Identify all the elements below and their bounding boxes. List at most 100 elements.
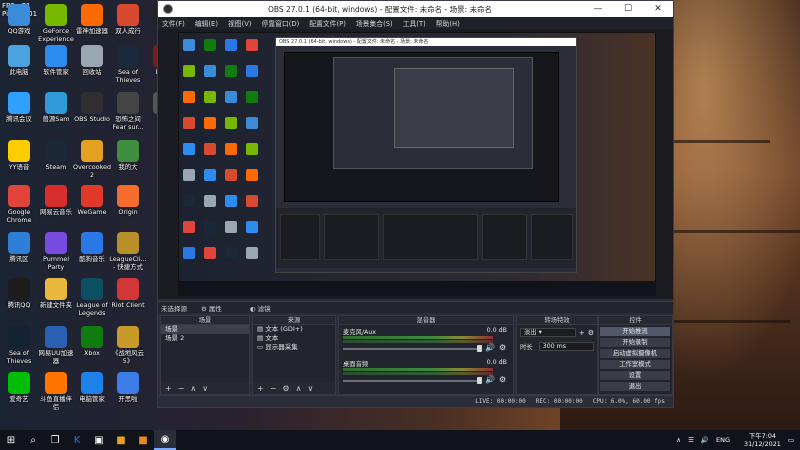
desktop-icon[interactable]: Xbox (73, 326, 111, 358)
notification-icon[interactable]: ▭ (788, 436, 794, 444)
desktop-icon[interactable]: 雷神加速器 (73, 4, 111, 36)
maximize-icon[interactable]: ☐ (613, 4, 643, 14)
menu-tools[interactable]: 工具(T) (403, 18, 426, 28)
task-view-icon[interactable]: ❐ (44, 430, 66, 450)
desktop-icon[interactable]: GeForce Experience (37, 4, 75, 43)
desktop-icon[interactable]: 此电脑 (0, 45, 38, 77)
menu-docks[interactable]: 停靠窗口(D) (262, 18, 300, 28)
source-item[interactable]: ▭ 显示器采集 (253, 343, 335, 352)
desktop-icon[interactable]: 网易UU加速器 (37, 326, 75, 365)
studio-mode-button[interactable]: 工作室模式 (600, 360, 670, 369)
filters-button[interactable]: ◐ 滤镜 (250, 303, 285, 313)
move-up-icon[interactable]: ∧ (190, 384, 196, 393)
language-indicator[interactable]: ENG (716, 436, 730, 444)
menu-profile[interactable]: 配置文件(P) (309, 18, 346, 28)
source-item[interactable]: ▤ 文本 (GDI+) (253, 325, 335, 334)
remove-scene-icon[interactable]: − (178, 384, 185, 393)
move-up-icon[interactable]: ∧ (296, 384, 302, 393)
exit-button[interactable]: 退出 (600, 382, 670, 391)
virtual-camera-button[interactable]: 启动虚拟摄像机 (600, 349, 670, 358)
volume-icon[interactable]: 🔊 (701, 436, 709, 444)
desktop-icon[interactable]: Google Chrome (0, 185, 38, 224)
desktop-icon[interactable]: 酷狗音乐 (73, 232, 111, 264)
desktop-icon[interactable]: 腾讯QQ (0, 278, 38, 310)
desktop-icon[interactable]: 《战地风云 5》 (109, 326, 147, 365)
volume-slider[interactable] (343, 348, 479, 350)
move-down-icon[interactable]: ∨ (307, 384, 313, 393)
speaker-icon[interactable]: 🔊 (485, 375, 495, 384)
network-icon[interactable]: ☰ (688, 436, 694, 444)
desktop-icon[interactable]: 电脑管家 (73, 372, 111, 404)
obs-window[interactable]: OBS 27.0.1 (64-bit, windows) - 配置文件: 未命名… (157, 0, 674, 408)
desktop-icon[interactable]: Pummel Party (37, 232, 75, 271)
gear-icon[interactable]: ⚙ (282, 384, 289, 393)
menu-edit[interactable]: 编辑(E) (195, 18, 218, 28)
app-taskbar-icon[interactable]: ▣ (88, 430, 110, 450)
start-streaming-button[interactable]: 开始推流 (600, 327, 670, 336)
add-source-icon[interactable]: + (257, 384, 264, 393)
menu-view[interactable]: 视图(V) (228, 18, 252, 28)
add-scene-icon[interactable]: + (165, 384, 172, 393)
desktop-icon[interactable]: 爱奇艺 (0, 372, 38, 404)
desktop-icon[interactable]: 新建文件夹 (37, 278, 75, 310)
menu-help[interactable]: 帮助(H) (436, 18, 460, 28)
remove-source-icon[interactable]: − (270, 384, 277, 393)
start-recording-button[interactable]: 开始录制 (600, 338, 670, 347)
scene-item[interactable]: 场景 2 (161, 334, 249, 343)
netease-music-icon (45, 185, 67, 207)
desktop-icon[interactable]: 兽源Sam (37, 92, 75, 124)
desktop-icon[interactable]: 回收站 (73, 45, 111, 77)
windows-start-icon[interactable]: ⊞ (0, 430, 22, 450)
menu-file[interactable]: 文件(F) (162, 18, 185, 28)
duration-input[interactable]: 300 ms (538, 342, 594, 351)
settings-button[interactable]: 设置 (600, 371, 670, 380)
clock[interactable]: 下午7:04 31/12/2021 (737, 432, 781, 448)
gear-icon[interactable]: ⚙ (499, 375, 506, 384)
desktop-icon[interactable]: Origin (109, 185, 147, 217)
source-item[interactable]: ▤ 文本 (253, 334, 335, 343)
desktop-icon[interactable]: YY语音 (0, 140, 38, 172)
chevron-up-icon[interactable]: ∧ (676, 436, 681, 444)
desktop-icon[interactable]: 我的大 (109, 140, 147, 172)
transition-select[interactable]: 淡出 ▾ (520, 328, 576, 337)
scene-item[interactable]: 场景 (161, 325, 249, 334)
volume-slider[interactable] (343, 380, 479, 382)
obs-titlebar[interactable]: OBS 27.0.1 (64-bit, windows) - 配置文件: 未命名… (158, 1, 673, 17)
desktop-icon[interactable]: 开黑啦 (109, 372, 147, 404)
desktop-icon[interactable]: 软件管家 (37, 45, 75, 77)
app-taskbar-icon[interactable]: ■ (110, 430, 132, 450)
desktop-icon[interactable]: Steam (37, 140, 75, 172)
desktop-icon[interactable]: Sea of Thieves (109, 45, 147, 84)
desktop-icon-label: 腾讯QQ (7, 301, 31, 309)
desktop-icon[interactable]: Overcooked 2 (73, 140, 111, 179)
desktop-icon[interactable]: WeGame (73, 185, 111, 217)
speaker-icon[interactable]: 🔊 (485, 343, 495, 352)
volume-knob[interactable] (477, 377, 482, 384)
desktop-icon[interactable]: 双人成行 (109, 4, 147, 36)
desktop-icon[interactable]: 网易云音乐 (37, 185, 75, 217)
desktop-icon[interactable]: 腾讯会议 (0, 92, 38, 124)
gear-icon[interactable]: ⚙ (499, 343, 506, 352)
gear-icon[interactable]: ⚙ (588, 329, 594, 337)
desktop-icon[interactable]: OBS Studio (73, 92, 111, 124)
desktop-icon[interactable]: 斗鱼直播伴侣 (37, 372, 75, 411)
add-transition-icon[interactable]: + (579, 329, 585, 337)
desktop-icon[interactable]: 腾讯区 (0, 232, 38, 264)
desktop-icon[interactable]: Riot Client (109, 278, 147, 310)
close-icon[interactable]: ✕ (643, 4, 673, 14)
desktop-icon[interactable]: 恐怖之间 Fear sur... (109, 92, 147, 131)
move-down-icon[interactable]: ∨ (202, 384, 208, 393)
search-icon[interactable]: ⌕ (22, 430, 44, 450)
preview-canvas[interactable]: OBS 27.0.1 (64-bit, windows) - 配置文件: 未命名… (158, 29, 673, 299)
kugou-taskbar-icon[interactable]: K (66, 430, 88, 450)
volume-knob[interactable] (477, 345, 482, 352)
desktop-icon[interactable]: League of Legends (73, 278, 111, 317)
desktop-icon[interactable]: LeagueCli... - 快捷方式 (109, 232, 147, 271)
properties-button[interactable]: ⚙ 属性 (201, 303, 236, 313)
app-taskbar-icon[interactable]: ■ (132, 430, 154, 450)
desktop-icon[interactable]: Sea of Thieves (0, 326, 38, 365)
minimize-icon[interactable]: — (583, 4, 613, 14)
desktop-icon[interactable]: QQ游戏 (0, 4, 38, 36)
menu-scene-collection[interactable]: 场景集合(S) (356, 18, 393, 28)
obs-taskbar-icon[interactable]: ◉ (154, 430, 176, 450)
